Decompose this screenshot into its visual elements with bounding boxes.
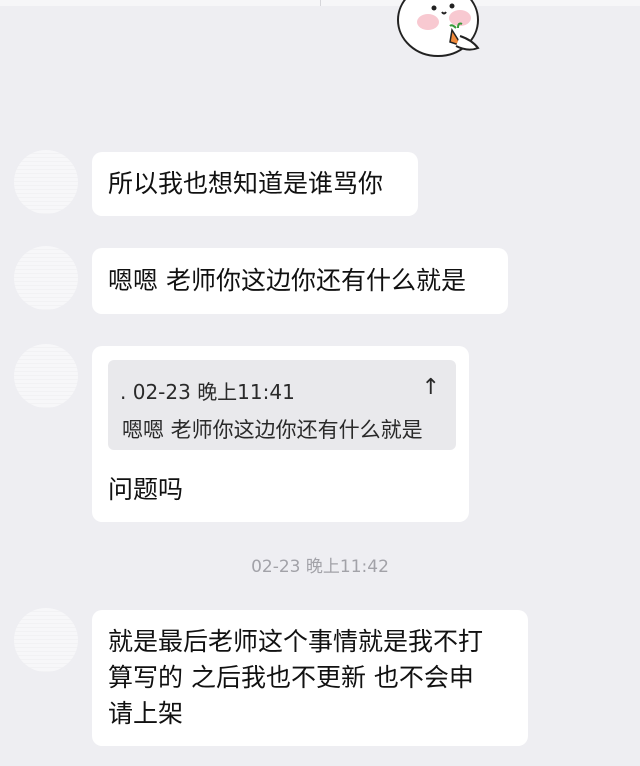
top-divider xyxy=(320,0,321,6)
message-text: 嗯嗯 老师你这边你还有什么就是 xyxy=(108,266,466,295)
avatar[interactable] xyxy=(14,344,78,408)
quote-text: 嗯嗯 老师你这边你还有什么就是 xyxy=(122,418,423,442)
ghost-sticker-icon xyxy=(397,0,480,57)
avatar[interactable] xyxy=(14,608,78,672)
message-text: 所以我也想知道是谁骂你 xyxy=(108,169,384,198)
up-arrow-icon[interactable]: ↑ xyxy=(422,370,440,406)
avatar[interactable] xyxy=(14,150,78,214)
chat-timestamp: 02-23 晚上11:42 xyxy=(251,557,389,577)
message-bubble[interactable]: 就是最后老师这个事情就是我不打 算写的 之后我也不更新 也不会申 请上架 xyxy=(92,610,528,746)
message-bubble[interactable]: 嗯嗯 老师你这边你还有什么就是 xyxy=(92,248,508,314)
avatar[interactable] xyxy=(14,246,78,310)
message-bubble[interactable]: 所以我也想知道是谁骂你 xyxy=(92,152,418,216)
sticker-image[interactable] xyxy=(392,0,488,64)
message-text: 问题吗 xyxy=(108,475,184,504)
quote-timestamp: . 02-23 晚上11:41 xyxy=(120,380,295,404)
message-bubble-with-quote[interactable]: . 02-23 晚上11:41 ↑ 嗯嗯 老师你这边你还有什么就是 问题吗 xyxy=(92,346,469,522)
quoted-message[interactable]: . 02-23 晚上11:41 ↑ 嗯嗯 老师你这边你还有什么就是 xyxy=(108,360,456,450)
message-text: 就是最后老师这个事情就是我不打 算写的 之后我也不更新 也不会申 请上架 xyxy=(108,627,484,728)
